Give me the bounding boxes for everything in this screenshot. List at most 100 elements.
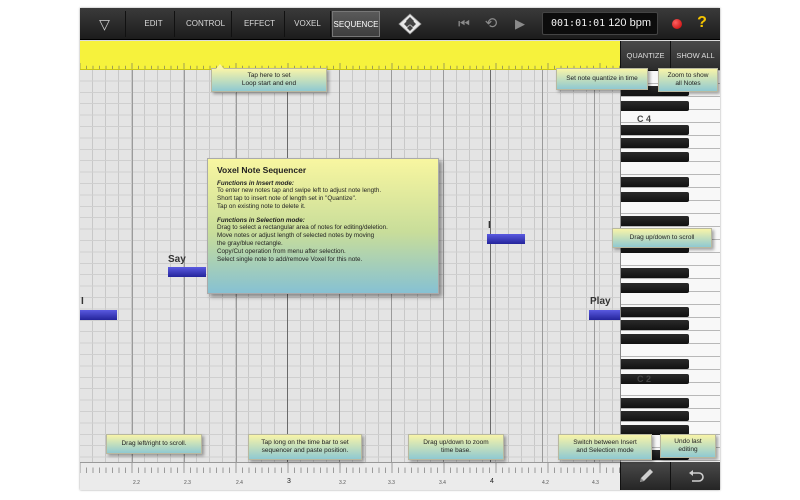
grid-bar-line (490, 70, 491, 462)
black-key[interactable] (621, 411, 689, 422)
white-key-edge (621, 148, 720, 149)
song-position: 001:01:01 (551, 18, 606, 29)
undo-icon-graphic (688, 470, 704, 482)
time-label: 3 (287, 478, 291, 485)
loop-bar[interactable] (80, 41, 620, 70)
black-key[interactable] (621, 215, 689, 226)
quantize-button[interactable]: QUANTIZE (620, 41, 670, 70)
white-key-edge (621, 369, 720, 370)
help-panel-title: Voxel Note Sequencer (217, 165, 307, 175)
white-key-edge (621, 317, 720, 318)
position-display: 001:01:01 120 bpm (542, 12, 658, 35)
time-label: 2.4 (236, 480, 243, 486)
white-key-edge (621, 356, 720, 357)
note-lyric-label: I (81, 296, 84, 307)
time-label: 3.4 (439, 480, 446, 486)
help-line: Copy/Cut operation from menu after selec… (217, 248, 346, 256)
octave-label: C 2 (637, 374, 652, 384)
tip-arrow (216, 64, 224, 69)
black-key[interactable] (621, 138, 689, 149)
help-line: Tap on existing note to delete it. (217, 203, 306, 211)
white-key-edge (621, 265, 720, 266)
tab-effect[interactable]: EFFECT (235, 11, 285, 37)
white-key-edge (621, 122, 720, 123)
tab-sequence[interactable]: SEQUENCE (332, 11, 380, 37)
note-block[interactable] (487, 234, 525, 244)
tip-show-all: Zoom to show all Notes (658, 68, 718, 92)
tab-edit[interactable]: EDIT (133, 11, 175, 37)
grid-beat-line (542, 70, 543, 462)
time-bar[interactable]: 2.2 2.3 2.4 3 3.2 3.3 3.4 4 4.2 4.3 (80, 462, 620, 490)
black-key[interactable] (621, 334, 689, 345)
time-label: 3.2 (339, 480, 346, 486)
help-line: Move notes or adjust length of selected … (217, 231, 375, 239)
black-key[interactable] (621, 306, 689, 317)
black-key[interactable] (621, 100, 689, 111)
help-line: Select single note to add/remove Voxel f… (217, 256, 363, 264)
black-key[interactable] (621, 124, 689, 135)
white-key-edge (621, 460, 720, 461)
time-label: 4.3 (592, 480, 599, 486)
white-key-edge (621, 278, 720, 279)
black-key[interactable] (621, 152, 689, 163)
white-key-edge (621, 135, 720, 136)
grid-beat-line (443, 70, 444, 462)
show-all-button[interactable]: SHOW ALL (670, 41, 720, 70)
sequencer-app: ▽ EDIT CONTROL EFFECT VOXEL SEQUENCE ⏮ ⟲… (80, 8, 720, 490)
black-key[interactable] (621, 191, 689, 202)
tab-control[interactable]: CONTROL (180, 11, 232, 37)
white-key-edge (621, 187, 720, 188)
white-key-edge (621, 226, 720, 227)
tip-time-bar: Tap long on the time bar to set sequencer… (248, 434, 362, 460)
pencil-icon[interactable] (620, 462, 670, 490)
record-icon[interactable] (672, 19, 682, 29)
tip-undo: Undo last editing (660, 434, 716, 458)
grid-beat-line (594, 70, 595, 462)
help-selection-heading: Functions in Selection mode: (217, 216, 305, 224)
note-block[interactable] (168, 267, 206, 277)
white-key-edge (621, 408, 720, 409)
play-icon[interactable]: ▶ (512, 13, 528, 35)
black-key[interactable] (621, 397, 689, 408)
tip-zoom-time: Drag up/down to zoom time base. (408, 434, 504, 460)
menu-triangle-icon[interactable]: ▽ (84, 11, 126, 37)
black-key[interactable] (621, 320, 689, 331)
tempo-display: 120 bpm (608, 17, 651, 29)
black-key[interactable] (621, 359, 689, 370)
note-lyric-label: Play (590, 296, 611, 307)
help-icon[interactable]: ? (692, 12, 712, 34)
tab-voxel[interactable]: VOXEL (285, 11, 331, 37)
note-block[interactable] (80, 310, 117, 320)
note-block[interactable] (589, 310, 620, 320)
time-bar-ticks (80, 463, 620, 473)
black-key[interactable] (621, 268, 689, 279)
loop-icon[interactable]: ⟲ (480, 13, 502, 35)
help-line: Drag to select a rectangular area of not… (217, 223, 388, 231)
grid-beat-line (132, 70, 133, 462)
tip-mode-switch: Switch between Insert and Selection mode (558, 434, 652, 460)
toolbar: ▽ EDIT CONTROL EFFECT VOXEL SEQUENCE ⏮ ⟲… (80, 8, 720, 40)
time-label: 3.3 (388, 480, 395, 486)
time-label: 4 (490, 478, 494, 485)
help-panel: Voxel Note Sequencer Functions in Insert… (207, 158, 439, 294)
black-key[interactable] (621, 282, 689, 293)
pencil-icon-graphic (639, 469, 653, 482)
black-key[interactable] (621, 373, 689, 384)
logo-diamond-icon[interactable] (398, 13, 422, 35)
tip-loop: Tap here to set Loop start and end (211, 64, 327, 92)
tip-scroll-leftright: Drag left/right to scroll. (106, 434, 202, 454)
white-key-edge (621, 174, 720, 175)
note-lyric-label: Say (168, 254, 186, 265)
white-key-edge (621, 330, 720, 331)
rewind-icon[interactable]: ⏮ (455, 13, 473, 35)
help-line: the gray/blue rectangle. (217, 239, 283, 247)
undo-icon[interactable] (670, 462, 720, 490)
help-line: Short tap to insert note of length set i… (217, 195, 357, 203)
white-key-edge (621, 421, 720, 422)
note-lyric-label: I (488, 220, 491, 231)
white-key-edge (621, 304, 720, 305)
white-key-edge (621, 96, 720, 97)
black-key[interactable] (621, 177, 689, 188)
white-key-edge (621, 395, 720, 396)
piano-keyboard[interactable]: C 4 C 2 (620, 70, 720, 462)
